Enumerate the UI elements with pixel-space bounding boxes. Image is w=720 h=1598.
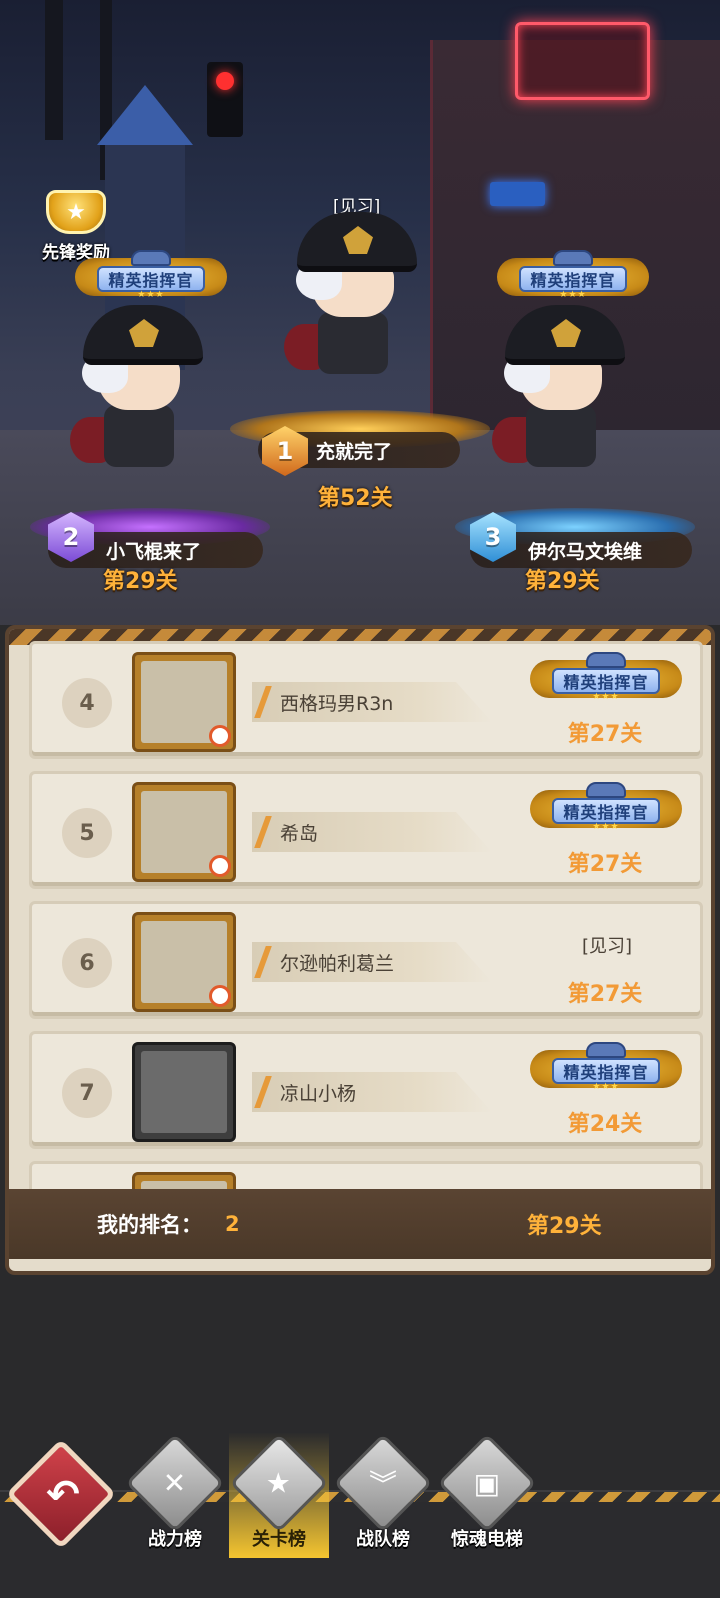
avatar[interactable] — [132, 652, 236, 752]
leaderboard-list[interactable]: 4 西格玛男R3n 精英指挥官 ★★★ 第27关 5 希岛 精英指挥官 ★★★ … — [29, 641, 703, 1197]
neon-sign — [515, 22, 650, 100]
row-badge-text: 精英指挥官 — [552, 668, 660, 694]
rank2-name: 小飞棍来了 — [106, 540, 202, 563]
rank2-badge-text: 精英指挥官 — [97, 266, 205, 292]
row-player-name: 希岛 — [252, 812, 492, 852]
rank3-number: 3 — [484, 523, 502, 551]
rank3-elite-badge: 精英指挥官 ★★★ — [497, 250, 649, 302]
elevator-box-icon: ▣ — [437, 1433, 537, 1533]
row-stage: 第24关 — [567, 1112, 643, 1137]
my-rank-stage: 第29关 — [527, 1214, 602, 1239]
my-rank-label: 我的排名： — [97, 1213, 202, 1237]
tab-team-ranking[interactable]: ︾ 战队榜 — [333, 1433, 433, 1560]
my-rank-bar: 我的排名： 2 第29关 — [9, 1189, 711, 1259]
rank2-character[interactable] — [68, 305, 208, 475]
leaderboard-row[interactable]: 7 凉山小杨 精英指挥官 ★★★ 第24关 — [29, 1031, 703, 1149]
rank2-stage: 第29关 — [103, 569, 178, 594]
tab-label: 战队榜 — [356, 1529, 410, 1550]
tab-label: 惊魂电梯 — [451, 1529, 523, 1550]
tab-power-ranking[interactable]: ✕ 战力榜 — [125, 1433, 225, 1560]
rank2-elite-badge: 精英指挥官 ★★★ — [75, 250, 227, 302]
rank3-badge-text: 精英指挥官 — [519, 266, 627, 292]
tab-label: 战力榜 — [148, 1529, 202, 1550]
row-rank: 6 — [62, 938, 112, 988]
leaderboard-row[interactable]: 6 尔逊帕利葛兰 [见习] 第27关 — [29, 901, 703, 1019]
officer-hat-icon — [586, 1042, 626, 1058]
row-rank: 4 — [62, 678, 112, 728]
row-elite-badge: 精英指挥官 ★★★ — [526, 782, 686, 834]
target-icon — [209, 855, 231, 877]
target-icon — [209, 725, 231, 747]
row-player-name: 尔逊帕利葛兰 — [252, 942, 492, 982]
tab-stage-ranking[interactable]: ★ 关卡榜 — [229, 1432, 329, 1560]
trophy-icon: ★ — [46, 190, 106, 234]
rank3-name: 伊尔马文埃维 — [528, 540, 643, 563]
neon-sign-small — [490, 182, 545, 206]
row-badge-text: 精英指挥官 — [552, 798, 660, 824]
crossed-guns-icon: ✕ — [125, 1433, 225, 1533]
rank1-stage: 第52关 — [318, 486, 393, 511]
row-player-name: 西格玛男R3n — [252, 682, 492, 722]
row-stage: 第27关 — [567, 722, 643, 747]
officer-hat-icon — [586, 782, 626, 798]
avatar[interactable] — [132, 912, 236, 1012]
my-rank-value: 2 — [225, 1212, 240, 1236]
rank3-character[interactable] — [490, 305, 630, 475]
tab-haunted-elevator[interactable]: ▣ 惊魂电梯 — [437, 1433, 537, 1560]
street-pole — [45, 0, 63, 140]
podium-scene: ★ 先锋奖励 [见习] 充就完了 1 第52关 精英指挥官 ★★★ 小飞棍来了 … — [0, 0, 720, 625]
row-stage: 第27关 — [567, 982, 643, 1007]
row-elite-badge: 精英指挥官 ★★★ — [526, 1042, 686, 1094]
row-title: [见习] — [581, 936, 632, 957]
row-badge-text: 精英指挥官 — [552, 1058, 660, 1084]
leaderboard-panel: 4 西格玛男R3n 精英指挥官 ★★★ 第27关 5 希岛 精英指挥官 ★★★ … — [5, 625, 715, 1275]
rank2-number: 2 — [62, 523, 80, 551]
avatar[interactable] — [132, 782, 236, 882]
leaderboard-row[interactable]: 5 希岛 精英指挥官 ★★★ 第27关 — [29, 771, 703, 889]
avatar[interactable] — [132, 1042, 236, 1142]
row-stage: 第27关 — [567, 852, 643, 877]
officer-hat-icon — [586, 652, 626, 668]
leaderboard-row[interactable]: 4 西格玛男R3n 精英指挥官 ★★★ 第27关 — [29, 641, 703, 759]
back-arrow-icon: ↶ — [46, 1472, 80, 1518]
rank1-character[interactable] — [282, 212, 422, 382]
rank1-number: 1 — [276, 437, 294, 465]
row-player-name: 凉山小杨 — [252, 1072, 492, 1112]
traffic-light-icon — [207, 62, 243, 137]
target-icon — [209, 985, 231, 1007]
officer-hat-icon — [553, 250, 593, 266]
tab-label: 关卡榜 — [252, 1529, 306, 1550]
row-rank: 5 — [62, 808, 112, 858]
shield-chevron-icon: ︾ — [333, 1433, 433, 1533]
rank3-stage: 第29关 — [525, 569, 600, 594]
officer-hat-icon — [131, 250, 171, 266]
row-elite-badge: 精英指挥官 ★★★ — [526, 652, 686, 704]
rank1-name: 充就完了 — [316, 440, 393, 463]
row-rank: 7 — [62, 1068, 112, 1118]
